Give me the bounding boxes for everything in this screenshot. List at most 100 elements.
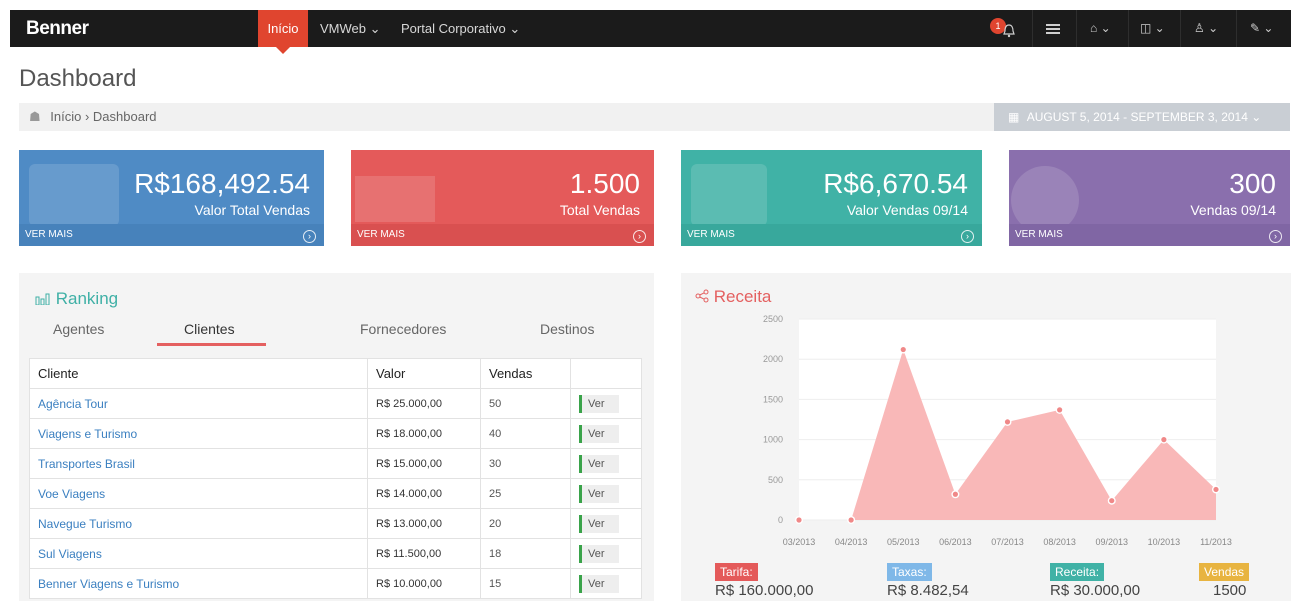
stat-label: Valor Total Vendas	[194, 202, 310, 218]
tab-clientes[interactable]: Clientes	[184, 321, 235, 337]
client-name-link[interactable]: Transportes Brasil	[29, 448, 368, 479]
action-cell: Ver	[570, 448, 642, 479]
box-icon[interactable]: ◫ ⌄	[1140, 10, 1165, 47]
table-row: Sul Viagens R$ 11.500,00 18 Ver	[29, 538, 642, 569]
ver-mais-link[interactable]: VER MAIS ›	[19, 224, 324, 246]
data-point	[796, 517, 802, 523]
stat-value: 1.500	[569, 168, 640, 199]
client-value: R$ 10.000,00	[367, 568, 481, 599]
arrow-right-icon: ›	[961, 230, 974, 243]
legend-taxas: Taxas:	[887, 563, 932, 581]
toolbar-divider	[1128, 10, 1129, 47]
client-sales: 18	[480, 538, 571, 569]
ver-button[interactable]: Ver	[579, 454, 619, 473]
client-name-link[interactable]: Agência Tour	[29, 388, 368, 419]
breadcrumb: ☗ Início › Dashboard	[19, 103, 994, 131]
client-sales: 25	[480, 478, 571, 509]
x-tick-label: 09/2013	[1095, 537, 1128, 547]
date-range-picker[interactable]: ▦ AUGUST 5, 2014 - SEPTEMBER 3, 2014 ⌄	[994, 103, 1290, 131]
ver-button[interactable]: Ver	[579, 574, 619, 593]
client-value: R$ 14.000,00	[367, 478, 481, 509]
ver-button[interactable]: Ver	[579, 544, 619, 563]
x-tick-label: 11/2013	[1200, 537, 1232, 547]
data-point	[1057, 407, 1063, 413]
ver-mais-label: VER MAIS	[687, 229, 735, 240]
user-icon[interactable]: ♙ ⌄	[1194, 10, 1218, 47]
date-range-text: AUGUST 5, 2014 - SEPTEMBER 3, 2014 ⌄	[1026, 110, 1262, 124]
table-row: Transportes Brasil R$ 15.000,00 30 Ver	[29, 448, 642, 479]
column-header-cliente: Cliente	[29, 358, 368, 389]
action-cell: Ver	[570, 538, 642, 569]
breadcrumb-text[interactable]: Início › Dashboard	[50, 109, 156, 124]
y-tick-label: 1000	[763, 435, 783, 445]
action-cell: Ver	[570, 418, 642, 449]
stat-value: 300	[1229, 168, 1276, 199]
legend-tarifa: Tarifa:	[715, 563, 758, 581]
action-cell: Ver	[570, 388, 642, 419]
y-tick-label: 2500	[763, 314, 783, 324]
table-header-row: Cliente Valor Vendas	[29, 358, 642, 389]
toolbar-divider	[1076, 10, 1077, 47]
nav-item-portal-corporativo[interactable]: Portal Corporativo ⌄	[401, 10, 520, 47]
ver-mais-link[interactable]: VER MAIS ›	[681, 224, 982, 246]
menu-icon[interactable]	[1046, 10, 1060, 47]
client-sales: 30	[480, 448, 571, 479]
nav-item-vmweb[interactable]: VMWeb ⌄	[320, 10, 381, 47]
nav-item-inicio[interactable]: Início	[258, 10, 308, 54]
x-tick-label: 07/2013	[991, 537, 1024, 547]
table-row: Benner Viagens e Turismo R$ 10.000,00 15 Ve…	[29, 568, 642, 599]
receita-area-chart: 0 500 1000 1500 2000 2500 03/2013 04/2013 05/201…	[763, 314, 1232, 547]
data-point	[900, 346, 906, 353]
ver-mais-link[interactable]: VER MAIS ›	[1009, 224, 1290, 246]
tab-agentes[interactable]: Agentes	[53, 321, 104, 337]
stat-label: Valor Vendas 09/14	[846, 202, 968, 218]
client-name-link[interactable]: Benner Viagens e Turismo	[29, 568, 368, 599]
ver-button[interactable]: Ver	[579, 394, 619, 413]
tab-fornecedores[interactable]: Fornecedores	[360, 321, 446, 337]
x-tick-label: 10/2013	[1148, 537, 1181, 547]
ver-mais-link[interactable]: VER MAIS ›	[351, 224, 654, 246]
legend-taxas-value: R$ 8.482,54	[887, 582, 969, 599]
toolbar-divider	[1236, 10, 1237, 47]
client-name-link[interactable]: Sul Viagens	[29, 538, 368, 569]
active-tab-indicator	[157, 343, 266, 346]
tab-destinos[interactable]: Destinos	[540, 321, 594, 337]
bar-chart-icon	[35, 293, 50, 306]
client-sales: 50	[480, 388, 571, 419]
client-sales: 20	[480, 508, 571, 539]
client-sales: 40	[480, 418, 571, 449]
action-cell: Ver	[570, 508, 642, 539]
stat-tile-total-vendas: 1.500 Total Vendas VER MAIS ›	[351, 150, 654, 246]
ver-button[interactable]: Ver	[579, 514, 619, 533]
x-tick-label: 08/2013	[1043, 537, 1076, 547]
ver-button[interactable]: Ver	[579, 424, 619, 443]
home-icon[interactable]: ⌂ ⌄	[1090, 10, 1111, 47]
x-tick-label: 03/2013	[783, 537, 816, 547]
table-row: Agência Tour R$ 25.000,00 50 Ver	[29, 388, 642, 419]
table-row: Voe Viagens R$ 14.000,00 25 Ver	[29, 478, 642, 509]
ver-button[interactable]: Ver	[579, 484, 619, 503]
client-value: R$ 13.000,00	[367, 508, 481, 539]
legend-tarifa-value: R$ 160.000,00	[715, 582, 814, 599]
bell-icon	[1003, 24, 1015, 38]
client-name-link[interactable]: Voe Viagens	[29, 478, 368, 509]
stat-tile-valor-total-vendas: R$168,492.54 Valor Total Vendas VER MAIS…	[19, 150, 324, 246]
client-name-link[interactable]: Navegue Turismo	[29, 508, 368, 539]
home-icon[interactable]: ☗	[29, 109, 41, 124]
arrow-right-icon: ›	[303, 230, 316, 243]
wrench-icon[interactable]: ✎ ⌄	[1250, 10, 1273, 47]
client-value: R$ 11.500,00	[367, 538, 481, 569]
client-value: R$ 15.000,00	[367, 448, 481, 479]
brand-logo[interactable]: Benner	[26, 18, 89, 40]
data-point	[1161, 437, 1167, 443]
x-tick-label: 04/2013	[835, 537, 868, 547]
arrow-right-icon: ›	[1269, 230, 1282, 243]
ranking-title: Ranking	[35, 289, 118, 309]
top-navbar: Benner Início VMWeb ⌄ Portal Corporativo…	[10, 10, 1291, 54]
client-name-link[interactable]: Viagens e Turismo	[29, 418, 368, 449]
action-cell: Ver	[570, 478, 642, 509]
x-tick-label: 06/2013	[939, 537, 972, 547]
ranking-table: Cliente Valor Vendas Agência Tour R$ 25.0…	[29, 358, 642, 599]
toolbar-divider	[1032, 10, 1033, 47]
legend-receita-value: R$ 30.000,00	[1050, 582, 1141, 599]
